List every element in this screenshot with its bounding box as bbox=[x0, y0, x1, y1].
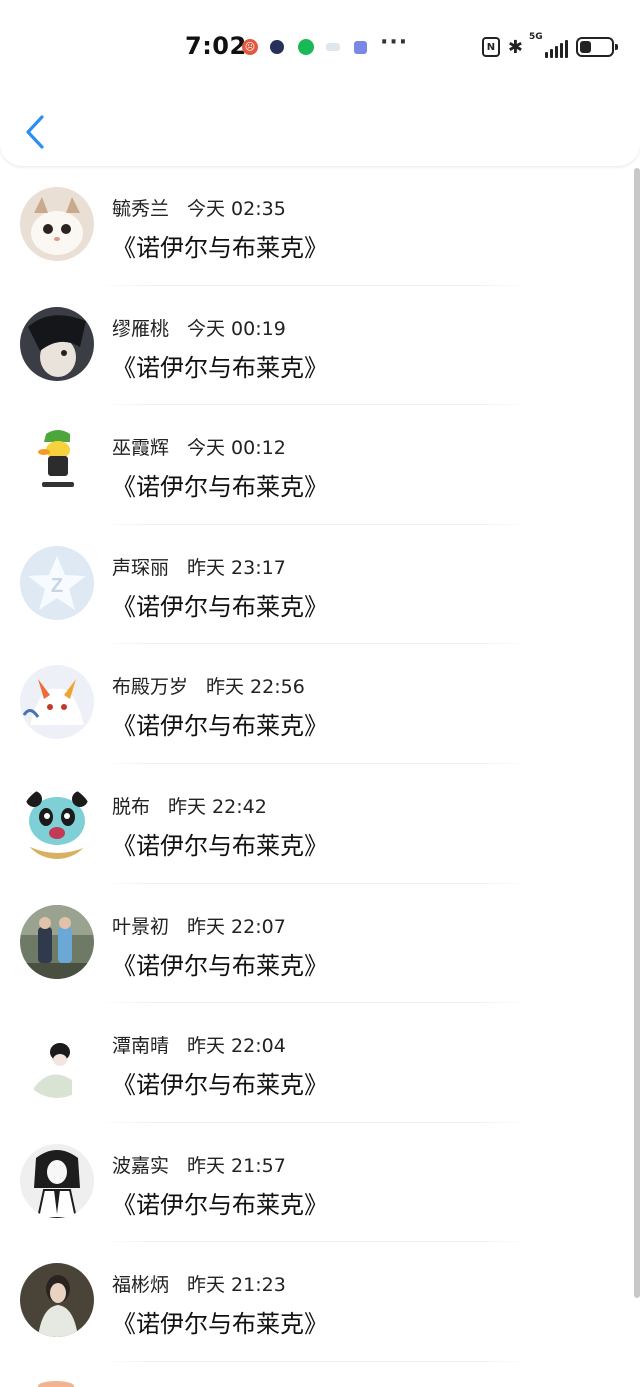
avatar[interactable] bbox=[20, 187, 94, 261]
panda-avatar bbox=[20, 784, 94, 859]
wechat-notification-icon bbox=[298, 39, 314, 55]
user-name: 潭南晴 bbox=[112, 1035, 170, 1058]
name-line: 声琛丽 昨天 23:17 bbox=[112, 553, 286, 580]
qq-default-avatar: Z bbox=[20, 545, 94, 620]
nfc-icon: N bbox=[481, 37, 500, 57]
list-item[interactable]: 巫霞辉 今天 00:12 《诺伊尔与布莱克》 bbox=[0, 405, 640, 525]
message-text: 《诺伊尔与布莱克》 bbox=[112, 951, 328, 980]
list-item[interactable]: 叶景初 昨天 22:07 《诺伊尔与布莱克》 bbox=[0, 884, 640, 1004]
screen: 7:02 ☹ ··· N ✱ 5G 毓秀兰 今天 02:35 《诺伊尔与布莱克》… bbox=[0, 0, 640, 1387]
list-item[interactable]: 脱布 昨天 22:42 《诺伊尔与布莱克》 bbox=[0, 764, 640, 884]
avatar[interactable] bbox=[20, 1263, 94, 1338]
user-name: 毓秀兰 bbox=[112, 198, 170, 220]
divider bbox=[100, 1360, 530, 1362]
network-type-label: 5G bbox=[529, 32, 543, 42]
timestamp: 昨天 22:04 bbox=[187, 1035, 286, 1058]
cat-avatar bbox=[20, 187, 94, 261]
list-item[interactable]: 潭南晴 昨天 22:04 《诺伊尔与布莱克》 bbox=[0, 1003, 640, 1123]
avatar[interactable] bbox=[20, 784, 94, 859]
name-line: 潭南晴 昨天 22:04 bbox=[112, 1031, 286, 1058]
duck-avatar bbox=[20, 426, 94, 501]
battery-level bbox=[580, 41, 591, 53]
scrollbar[interactable] bbox=[634, 168, 640, 1298]
name-line: 缪雁桃 今天 00:19 bbox=[112, 314, 286, 341]
weibo-notification-icon: ☹ bbox=[242, 39, 258, 55]
woman-photo-avatar bbox=[20, 1263, 94, 1338]
user-name: 缪雁桃 bbox=[112, 317, 170, 340]
timestamp: 昨天 21:57 bbox=[187, 1154, 286, 1177]
system-icons: N ✱ 5G bbox=[481, 32, 618, 58]
user-name: 脱布 bbox=[112, 795, 151, 818]
name-line: 毓秀兰 今天 02:35 bbox=[112, 194, 286, 221]
anime-boy-avatar bbox=[20, 306, 94, 381]
message-text: 《诺伊尔与布莱克》 bbox=[112, 592, 328, 621]
battery-icon bbox=[576, 37, 618, 57]
message-text: 《诺伊尔与布莱克》 bbox=[112, 1071, 328, 1100]
avatar[interactable] bbox=[20, 904, 94, 979]
bw-girl-avatar bbox=[20, 1143, 94, 1218]
avatar[interactable] bbox=[20, 306, 94, 381]
timestamp: 今天 02:35 bbox=[187, 198, 286, 220]
avatar[interactable] bbox=[20, 1143, 94, 1218]
sketch-boy-avatar bbox=[20, 1024, 94, 1099]
avatar[interactable] bbox=[20, 1024, 94, 1099]
name-line: 布殿万岁 昨天 22:56 bbox=[112, 672, 305, 699]
user-list: 毓秀兰 今天 02:35 《诺伊尔与布莱克》 缪雁桃 今天 00:19 《诺伊尔与布莱克》… bbox=[0, 166, 640, 1362]
timestamp: 昨天 22:42 bbox=[168, 795, 267, 818]
app-notification-icon bbox=[270, 40, 284, 54]
user-name: 波嘉实 bbox=[112, 1154, 170, 1177]
more-notifications-icon: ··· bbox=[380, 30, 409, 55]
chevron-left-icon bbox=[26, 115, 44, 149]
message-notification-icon bbox=[354, 41, 367, 54]
list-item[interactable]: 布殿万岁 昨天 22:56 《诺伊尔与布莱克》 bbox=[0, 644, 640, 764]
user-name: 叶景初 bbox=[112, 915, 170, 938]
avatar[interactable]: Z bbox=[20, 545, 94, 620]
next-avatar-peek bbox=[38, 1381, 74, 1387]
signal-icon: 5G bbox=[529, 32, 568, 58]
message-text: 《诺伊尔与布莱克》 bbox=[112, 353, 328, 382]
user-name: 巫霞辉 bbox=[112, 437, 170, 460]
svg-text:Z: Z bbox=[51, 575, 63, 597]
message-text: 《诺伊尔与布莱克》 bbox=[112, 1190, 328, 1219]
list-item[interactable]: 福彬炳 昨天 21:23 《诺伊尔与布莱克》 bbox=[0, 1242, 640, 1362]
top-bar: 7:02 ☹ ··· N ✱ 5G bbox=[0, 0, 640, 166]
name-line: 福彬炳 昨天 21:23 bbox=[112, 1270, 286, 1297]
name-line: 巫霞辉 今天 00:12 bbox=[112, 433, 286, 460]
timestamp: 昨天 23:17 bbox=[187, 556, 286, 579]
user-name: 声琛丽 bbox=[112, 556, 170, 579]
timestamp: 昨天 22:56 bbox=[206, 676, 305, 699]
message-text: 《诺伊尔与布莱克》 bbox=[112, 1310, 328, 1339]
status-time: 7:02 bbox=[185, 32, 247, 60]
status-bar: 7:02 ☹ ··· N ✱ 5G bbox=[0, 28, 640, 68]
message-text: 《诺伊尔与布莱克》 bbox=[112, 234, 328, 262]
avatar[interactable] bbox=[20, 426, 94, 501]
name-line: 叶景初 昨天 22:07 bbox=[112, 912, 286, 939]
user-name: 布殿万岁 bbox=[112, 676, 189, 699]
list-item[interactable]: Z 声琛丽 昨天 23:17 《诺伊尔与布莱克》 bbox=[0, 525, 640, 645]
list-item[interactable]: 毓秀兰 今天 02:35 《诺伊尔与布莱克》 bbox=[0, 166, 640, 286]
message-text: 《诺伊尔与布莱克》 bbox=[112, 473, 328, 502]
name-line: 波嘉实 昨天 21:57 bbox=[112, 1151, 286, 1178]
timestamp: 今天 00:19 bbox=[187, 317, 286, 340]
timestamp: 昨天 22:07 bbox=[187, 915, 286, 938]
timestamp: 今天 00:12 bbox=[187, 437, 286, 460]
avatar[interactable] bbox=[20, 665, 94, 740]
message-text: 《诺伊尔与布莱克》 bbox=[112, 712, 328, 741]
message-text: 《诺伊尔与布莱克》 bbox=[112, 831, 328, 860]
list-item[interactable]: 波嘉实 昨天 21:57 《诺伊尔与布莱克》 bbox=[0, 1123, 640, 1243]
couple-photo-avatar bbox=[20, 904, 94, 979]
user-name: 福彬炳 bbox=[112, 1274, 170, 1297]
timestamp: 昨天 21:23 bbox=[187, 1274, 286, 1297]
fox-avatar bbox=[20, 665, 94, 740]
back-button[interactable] bbox=[18, 110, 52, 154]
cloud-notification-icon bbox=[326, 43, 340, 51]
list-item[interactable]: 缪雁桃 今天 00:19 《诺伊尔与布莱克》 bbox=[0, 286, 640, 406]
bluetooth-icon: ✱ bbox=[507, 36, 523, 58]
name-line: 脱布 昨天 22:42 bbox=[112, 792, 267, 819]
